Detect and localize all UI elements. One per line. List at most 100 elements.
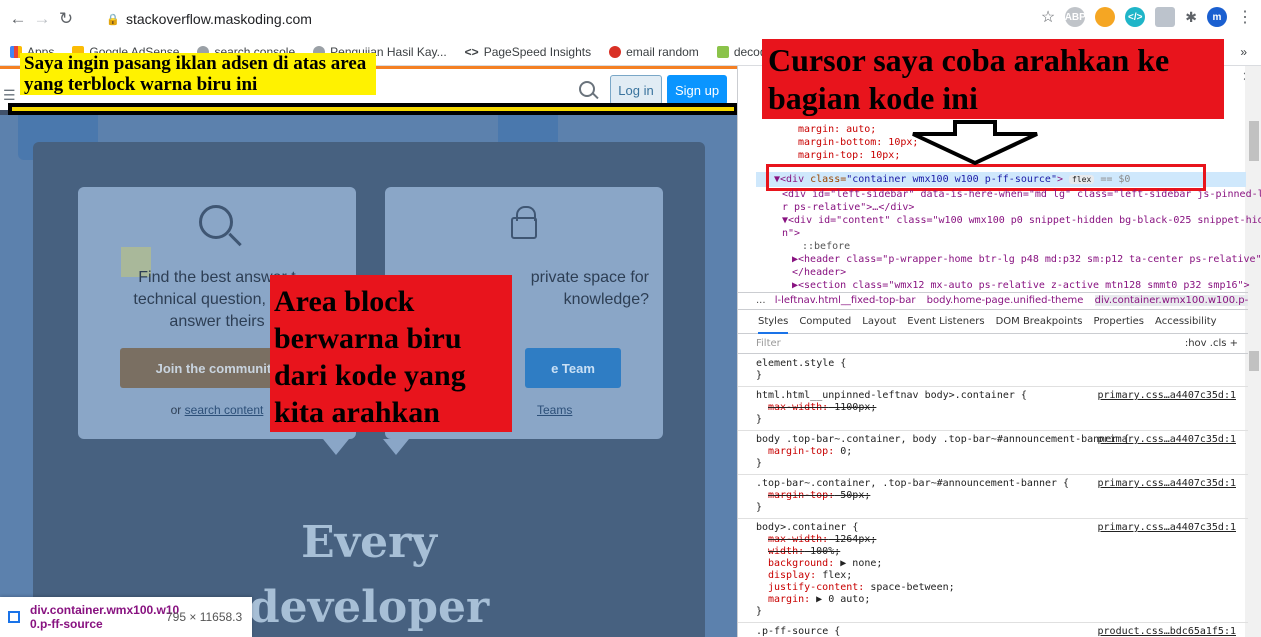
css-property: background:: [768, 558, 835, 569]
arrow-shape: [912, 120, 1038, 165]
css-declaration[interactable]: max-width: 1100px;: [756, 402, 1236, 414]
css-rule[interactable]: .top-bar~.container, .top-bar~#announcem…: [756, 478, 1236, 514]
css-value: 1100px;: [828, 402, 877, 413]
css-value: flex;: [816, 570, 853, 581]
search-content-link[interactable]: search content: [185, 403, 264, 417]
login-button[interactable]: Log in: [610, 75, 662, 105]
rule-divider: [738, 474, 1248, 475]
css-property: width:: [768, 546, 805, 557]
highlighted-top-area: [8, 103, 737, 115]
bookmark-pagespeed[interactable]: <> PageSpeed Insights: [465, 45, 591, 59]
css-rule[interactable]: body .top-bar~.container, body .top-bar~…: [756, 434, 1236, 470]
scroll-thumb: [1249, 351, 1259, 371]
bookmarks-overflow[interactable]: »: [1240, 45, 1247, 59]
tab-event-listeners[interactable]: Event Listeners: [907, 316, 984, 327]
css-declaration[interactable]: margin-top: 0;: [756, 446, 1236, 458]
hero-heading-line1: Every: [301, 517, 437, 568]
tab-computed[interactable]: Computed: [799, 316, 851, 327]
rule-divider: [738, 518, 1248, 519]
css-rule[interactable]: .p-ff-source {product.css…bdc65a1f5:1fon…: [756, 626, 1236, 637]
annotation-red-note-devtools: Cursor saya coba arahkan ke bagian kode …: [762, 39, 1224, 119]
create-team-button[interactable]: e Team: [525, 348, 621, 388]
code-extension-icon[interactable]: </>: [1125, 7, 1146, 27]
reload-icon[interactable]: ↻: [54, 9, 78, 29]
hamburger-icon[interactable]: ☰: [3, 87, 16, 104]
inspect-size: 795 × 11658.3: [166, 610, 243, 624]
browser-toolbar: ← → ↻ 🔒 stackoverflow.maskoding.com ☆ AB…: [0, 0, 1261, 38]
address-bar[interactable]: 🔒 stackoverflow.maskoding.com: [106, 5, 996, 33]
lock-icon: [511, 206, 537, 239]
dom-line[interactable]: ▶<section class="wmx12 mx-auto ps-relati…: [792, 278, 1250, 290]
tab-dom-breakpoints[interactable]: DOM Breakpoints: [996, 316, 1083, 327]
crumb[interactable]: ...: [756, 295, 766, 306]
css-source-link[interactable]: product.css…bdc65a1f5:1: [1098, 626, 1236, 637]
signup-button[interactable]: Sign up: [667, 75, 727, 105]
dom-line[interactable]: ▼<div id="content" class="w100 wmx100 p0…: [782, 213, 1261, 228]
star-icon[interactable]: ☆: [1041, 7, 1055, 27]
styles-filter-input[interactable]: Filter :hov .cls +: [738, 334, 1248, 354]
tab-layout[interactable]: Layout: [862, 316, 896, 327]
css-rule[interactable]: html.html__unpinned-leftnav body>.contai…: [756, 390, 1236, 426]
email-icon: [609, 45, 622, 58]
dom-line[interactable]: ▶<header class="p-wrapper-home btr-lg p4…: [792, 252, 1261, 267]
css-value: ▶ none;: [834, 558, 883, 569]
css-source-link[interactable]: primary.css…a4407c35d:1: [1098, 478, 1236, 490]
css-declaration[interactable]: width: 100%;: [756, 546, 1236, 558]
search-icon[interactable]: [579, 81, 595, 97]
css-source-link[interactable]: primary.css…a4407c35d:1: [1098, 522, 1236, 534]
colorful-extension-icon[interactable]: [1095, 7, 1116, 27]
css-declaration[interactable]: justify-content: space-between;: [756, 582, 1236, 594]
rule-divider: [738, 430, 1248, 431]
tab-properties[interactable]: Properties: [1093, 316, 1144, 327]
inspect-tooltip: div.container.wmx100.w10 0.p-ff-source 7…: [0, 597, 252, 637]
css-value: space-between;: [864, 582, 955, 593]
css-value: ▶ 0 auto;: [810, 594, 871, 605]
dom-line[interactable]: n">: [782, 226, 800, 241]
profile-avatar[interactable]: m: [1207, 7, 1227, 27]
css-rule[interactable]: body>.container {primary.css…a4407c35d:1…: [756, 522, 1236, 618]
css-property: margin-top:: [768, 446, 835, 457]
back-icon[interactable]: ←: [6, 9, 30, 29]
css-property: max-width:: [768, 534, 829, 545]
css-property: display:: [768, 570, 817, 581]
css-declaration[interactable]: display: flex;: [756, 570, 1236, 582]
css-source-link[interactable]: primary.css…a4407c35d:1: [1098, 390, 1236, 402]
leaf-icon: [716, 45, 729, 58]
css-close-brace: }: [756, 414, 763, 425]
teams-link[interactable]: Teams: [537, 403, 572, 417]
css-declaration[interactable]: margin: ▶ 0 auto;: [756, 594, 1236, 606]
crumb[interactable]: body.home-page.unified-theme: [927, 295, 1084, 306]
css-rule[interactable]: element.style {}: [756, 358, 1236, 382]
inspect-selector: div.container.wmx100.w10 0.p-ff-source: [30, 603, 180, 631]
menu-kebab-icon[interactable]: ⋮: [1237, 7, 1253, 27]
element-grid-icon: [8, 611, 20, 623]
css-close-brace: }: [756, 502, 763, 513]
grid-extension-icon[interactable]: [1155, 7, 1176, 27]
css-declaration[interactable]: max-width: 1264px;: [756, 534, 1236, 546]
pagespeed-icon: <>: [464, 44, 479, 59]
filter-tools[interactable]: :hov .cls +: [1185, 334, 1238, 353]
devtools-subtabs: Styles Computed Layout Event Listeners D…: [738, 310, 1248, 334]
css-property: justify-content:: [768, 582, 865, 593]
bookmark-email-random[interactable]: email random: [609, 45, 699, 59]
css-property: margin:: [768, 594, 811, 605]
tab-styles[interactable]: Styles: [758, 316, 789, 334]
crumb-current[interactable]: div.container.wmx100.w100.p-ff-source: [1094, 295, 1248, 306]
crumb[interactable]: l-leftnav.html__fixed-top-bar: [775, 295, 916, 306]
css-selector: element.style {: [756, 358, 847, 369]
adblock-icon[interactable]: ABP: [1065, 7, 1086, 27]
css-declaration[interactable]: margin-top: 50px;: [756, 490, 1236, 502]
dom-line[interactable]: margin-top: 10px;: [798, 148, 900, 163]
puzzle-icon[interactable]: ✱: [1185, 9, 1197, 26]
forward-icon[interactable]: →: [30, 9, 54, 29]
css-value: 100%;: [804, 546, 841, 557]
lock-icon: 🔒: [106, 13, 120, 26]
tab-accessibility[interactable]: Accessibility: [1155, 316, 1217, 327]
css-declaration[interactable]: background: ▶ none;: [756, 558, 1236, 570]
css-value: 0;: [834, 446, 853, 457]
css-property: margin-top:: [768, 490, 835, 501]
annotation-down-arrow: [912, 120, 1038, 165]
annotation-yellow-note: Saya ingin pasang iklan adsen di atas ar…: [20, 53, 376, 95]
css-source-link[interactable]: primary.css…a4407c35d:1: [1098, 434, 1236, 446]
magnifier-icon: [199, 205, 233, 239]
